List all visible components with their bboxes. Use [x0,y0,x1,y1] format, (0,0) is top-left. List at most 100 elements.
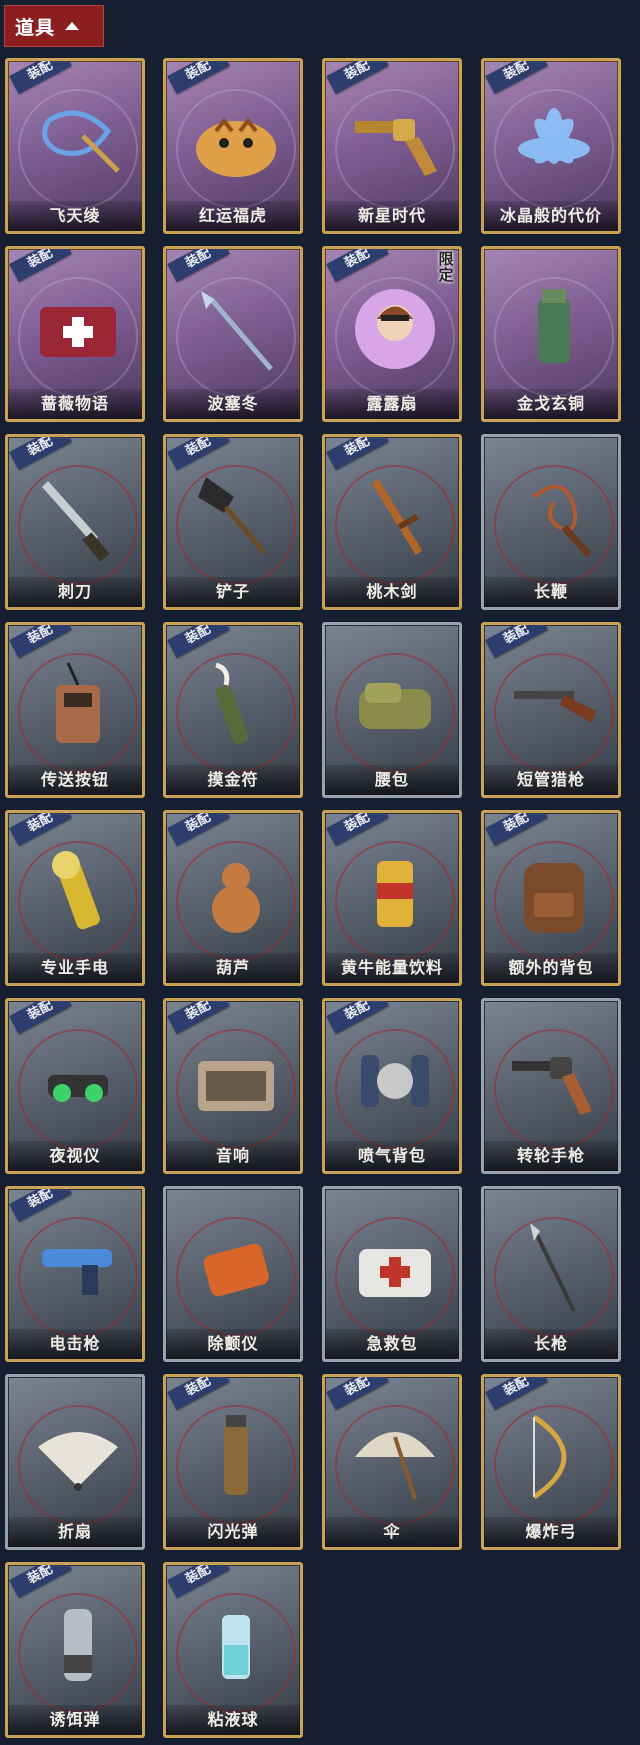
items-section-header[interactable]: 道具 [4,5,104,47]
chevron-up-icon [65,22,80,30]
item-name: 长鞭 [484,577,618,607]
boombox-icon [178,1021,294,1141]
item-name: 诱饵弹 [8,1705,142,1735]
item-name: 音响 [166,1141,300,1171]
item-name: 冰晶般的代价 [484,201,618,231]
item-card[interactable]: 装配 飞天绫 [5,58,145,234]
item-name: 折扇 [8,1517,142,1547]
bronze-grenade-icon [496,269,612,389]
lulu-fan-icon [337,269,453,389]
waist-bag-icon [337,645,453,765]
item-card[interactable]: 装配 粘液球 [163,1562,303,1738]
item-card[interactable]: 装配 额外的背包 [481,810,621,986]
item-card[interactable]: 金戈玄铜 [481,246,621,422]
item-name: 露露扇 [325,389,459,419]
item-name: 红运福虎 [166,201,300,231]
item-name: 除颤仪 [166,1329,300,1359]
item-card[interactable]: 装配 传送按钮 [5,622,145,798]
shotgun-icon [496,645,612,765]
item-card[interactable]: 装配 爆炸弓 [481,1374,621,1550]
item-name: 传送按钮 [8,765,142,795]
item-card[interactable]: 装配 短管猎枪 [481,622,621,798]
whip-icon [496,457,612,577]
item-name: 铲子 [166,577,300,607]
item-card[interactable]: 装配 摸金符 [163,622,303,798]
item-name: 黄牛能量饮料 [325,953,459,983]
item-card[interactable]: 装配 限定 露露扇 [322,246,462,422]
item-card[interactable]: 装配 桃木剑 [322,434,462,610]
shovel-icon [178,457,294,577]
item-card[interactable]: 装配 黄牛能量饮料 [322,810,462,986]
shock-gun-icon [20,1209,136,1329]
folding-fan-icon [20,1397,136,1517]
item-card[interactable]: 折扇 [5,1374,145,1550]
item-card[interactable]: 装配 波塞冬 [163,246,303,422]
umbrella-icon [337,1397,453,1517]
item-card[interactable]: 长鞭 [481,434,621,610]
item-name: 金戈玄铜 [484,389,618,419]
trident-icon [178,269,294,389]
tiger-plush-icon [178,81,294,201]
item-name: 爆炸弓 [484,1517,618,1547]
item-name: 喷气背包 [325,1141,459,1171]
jetpack-icon [337,1021,453,1141]
item-card[interactable]: 装配 红运福虎 [163,58,303,234]
teleport-button-icon [20,645,136,765]
item-name: 葫芦 [166,953,300,983]
item-card[interactable]: 装配 葫芦 [163,810,303,986]
item-card[interactable]: 装配 刺刀 [5,434,145,610]
ribbon-staff-icon [20,81,136,201]
item-name: 电击枪 [8,1329,142,1359]
item-card[interactable]: 长枪 [481,1186,621,1362]
wooden-sword-icon [337,457,453,577]
item-name: 短管猎枪 [484,765,618,795]
spear-icon [496,1209,612,1329]
ice-lotus-icon [496,81,612,201]
item-card[interactable]: 腰包 [322,622,462,798]
item-card[interactable]: 装配 闪光弹 [163,1374,303,1550]
item-card[interactable]: 除颤仪 [163,1186,303,1362]
item-card[interactable]: 装配 冰晶般的代价 [481,58,621,234]
talisman-icon [178,645,294,765]
night-vision-icon [20,1021,136,1141]
item-card[interactable]: 装配 电击枪 [5,1186,145,1362]
item-card[interactable]: 装配 蔷薇物语 [5,246,145,422]
section-title: 道具 [15,16,56,39]
item-name: 夜视仪 [8,1141,142,1171]
item-card[interactable]: 装配伞 [322,1374,462,1550]
revolver-icon [496,1021,612,1141]
item-name: 额外的背包 [484,953,618,983]
item-card[interactable]: 装配 喷气背包 [322,998,462,1174]
limited-badge: 限定 [438,250,454,284]
item-card[interactable]: 装配 音响 [163,998,303,1174]
bayonet-icon [20,457,136,577]
item-card[interactable]: 转轮手枪 [481,998,621,1174]
item-card[interactable]: 装配 诱饵弹 [5,1562,145,1738]
item-name: 刺刀 [8,577,142,607]
gold-revolver-icon [337,81,453,201]
first-aid-kit-icon [337,1209,453,1329]
item-card[interactable]: 急救包 [322,1186,462,1362]
defibrillator-icon [178,1209,294,1329]
decoy-grenade-icon [20,1585,136,1705]
rose-medkit-icon [20,269,136,389]
item-card[interactable]: 装配 夜视仪 [5,998,145,1174]
item-card[interactable]: 装配 新星时代 [322,58,462,234]
item-name: 粘液球 [166,1705,300,1735]
slime-ball-icon [178,1585,294,1705]
item-name: 长枪 [484,1329,618,1359]
item-name: 飞天绫 [8,201,142,231]
item-name: 桃木剑 [325,577,459,607]
item-name: 伞 [325,1517,459,1547]
item-card[interactable]: 装配 专业手电 [5,810,145,986]
item-name: 转轮手枪 [484,1141,618,1171]
item-name: 专业手电 [8,953,142,983]
gourd-icon [178,833,294,953]
flashbang-icon [178,1397,294,1517]
item-name: 腰包 [325,765,459,795]
item-name: 闪光弹 [166,1517,300,1547]
item-name: 蔷薇物语 [8,389,142,419]
bow-icon [496,1397,612,1517]
item-card[interactable]: 装配 铲子 [163,434,303,610]
item-name: 摸金符 [166,765,300,795]
